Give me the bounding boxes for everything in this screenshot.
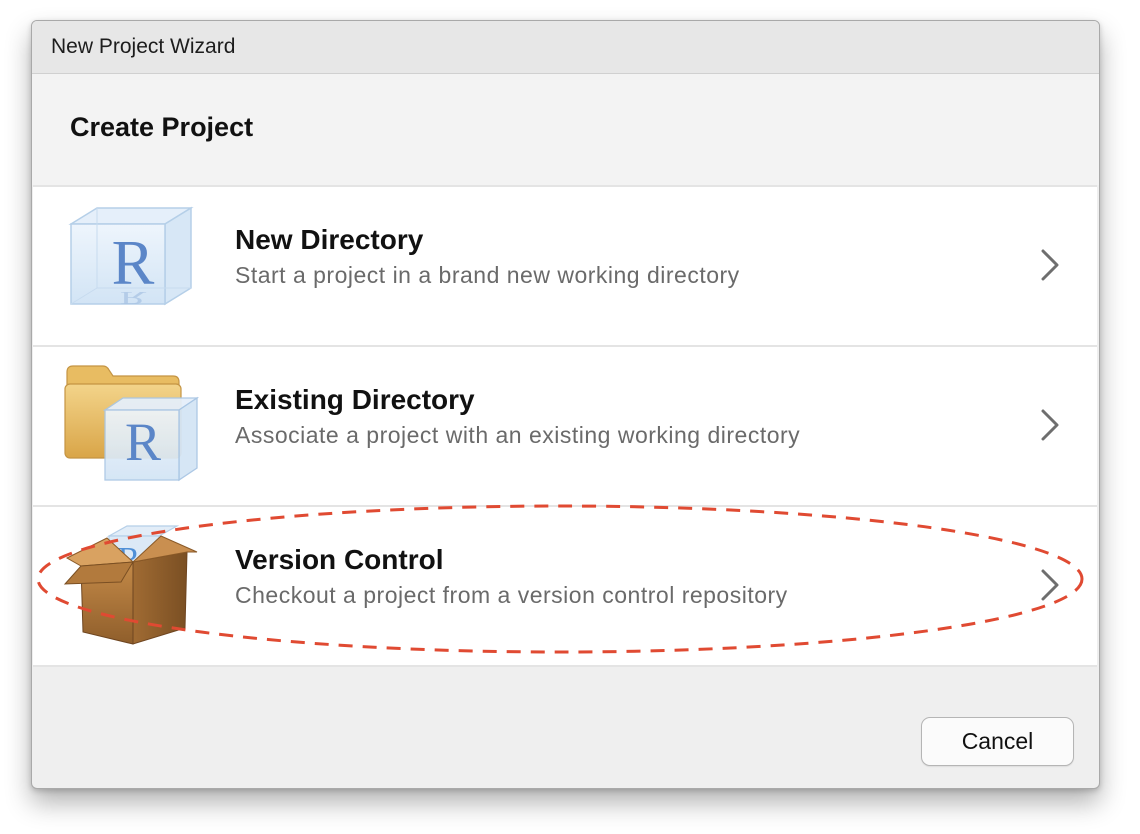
r-cube-icon: R R	[61, 202, 201, 332]
chevron-right-icon	[1039, 407, 1061, 443]
chevron-right-icon	[1039, 567, 1061, 603]
option-title: Version Control	[235, 544, 444, 575]
svg-text:R: R	[125, 412, 161, 472]
new-project-wizard-dialog: New Project Wizard Create Project R R Ne…	[31, 20, 1100, 789]
option-new-directory[interactable]: R R New Directory Start a project in a b…	[33, 185, 1097, 345]
option-subtitle: Checkout a project from a version contro…	[235, 582, 788, 608]
option-subtitle: Start a project in a brand new working d…	[235, 262, 740, 288]
stage: New Project Wizard Create Project R R Ne…	[0, 0, 1140, 834]
option-title: Existing Directory	[235, 384, 475, 415]
option-text: Existing Directory Associate a project w…	[235, 383, 800, 451]
project-type-list: R R New Directory Start a project in a b…	[33, 185, 1097, 667]
dialog-header: Create Project	[32, 74, 1099, 185]
option-version-control[interactable]: R Version Control Checkout a project fro…	[33, 505, 1097, 667]
window-titlebar[interactable]: New Project Wizard	[32, 21, 1099, 74]
window-title: New Project Wizard	[51, 35, 236, 58]
option-subtitle: Associate a project with an existing wor…	[235, 422, 801, 448]
dialog-heading: Create Project	[70, 112, 254, 142]
box-icon: R	[61, 522, 201, 652]
chevron-right-icon	[1039, 247, 1061, 283]
option-title: New Directory	[235, 224, 424, 255]
cancel-button[interactable]: Cancel	[921, 717, 1074, 766]
folder-r-cube-icon: R	[61, 362, 201, 492]
option-existing-directory[interactable]: R Existing Directory Associate a project…	[33, 345, 1097, 505]
option-text: New Directory Start a project in a brand…	[235, 223, 740, 291]
svg-text:R: R	[112, 227, 155, 298]
option-text: Version Control Checkout a project from …	[235, 543, 788, 611]
svg-text:R: R	[120, 288, 147, 308]
